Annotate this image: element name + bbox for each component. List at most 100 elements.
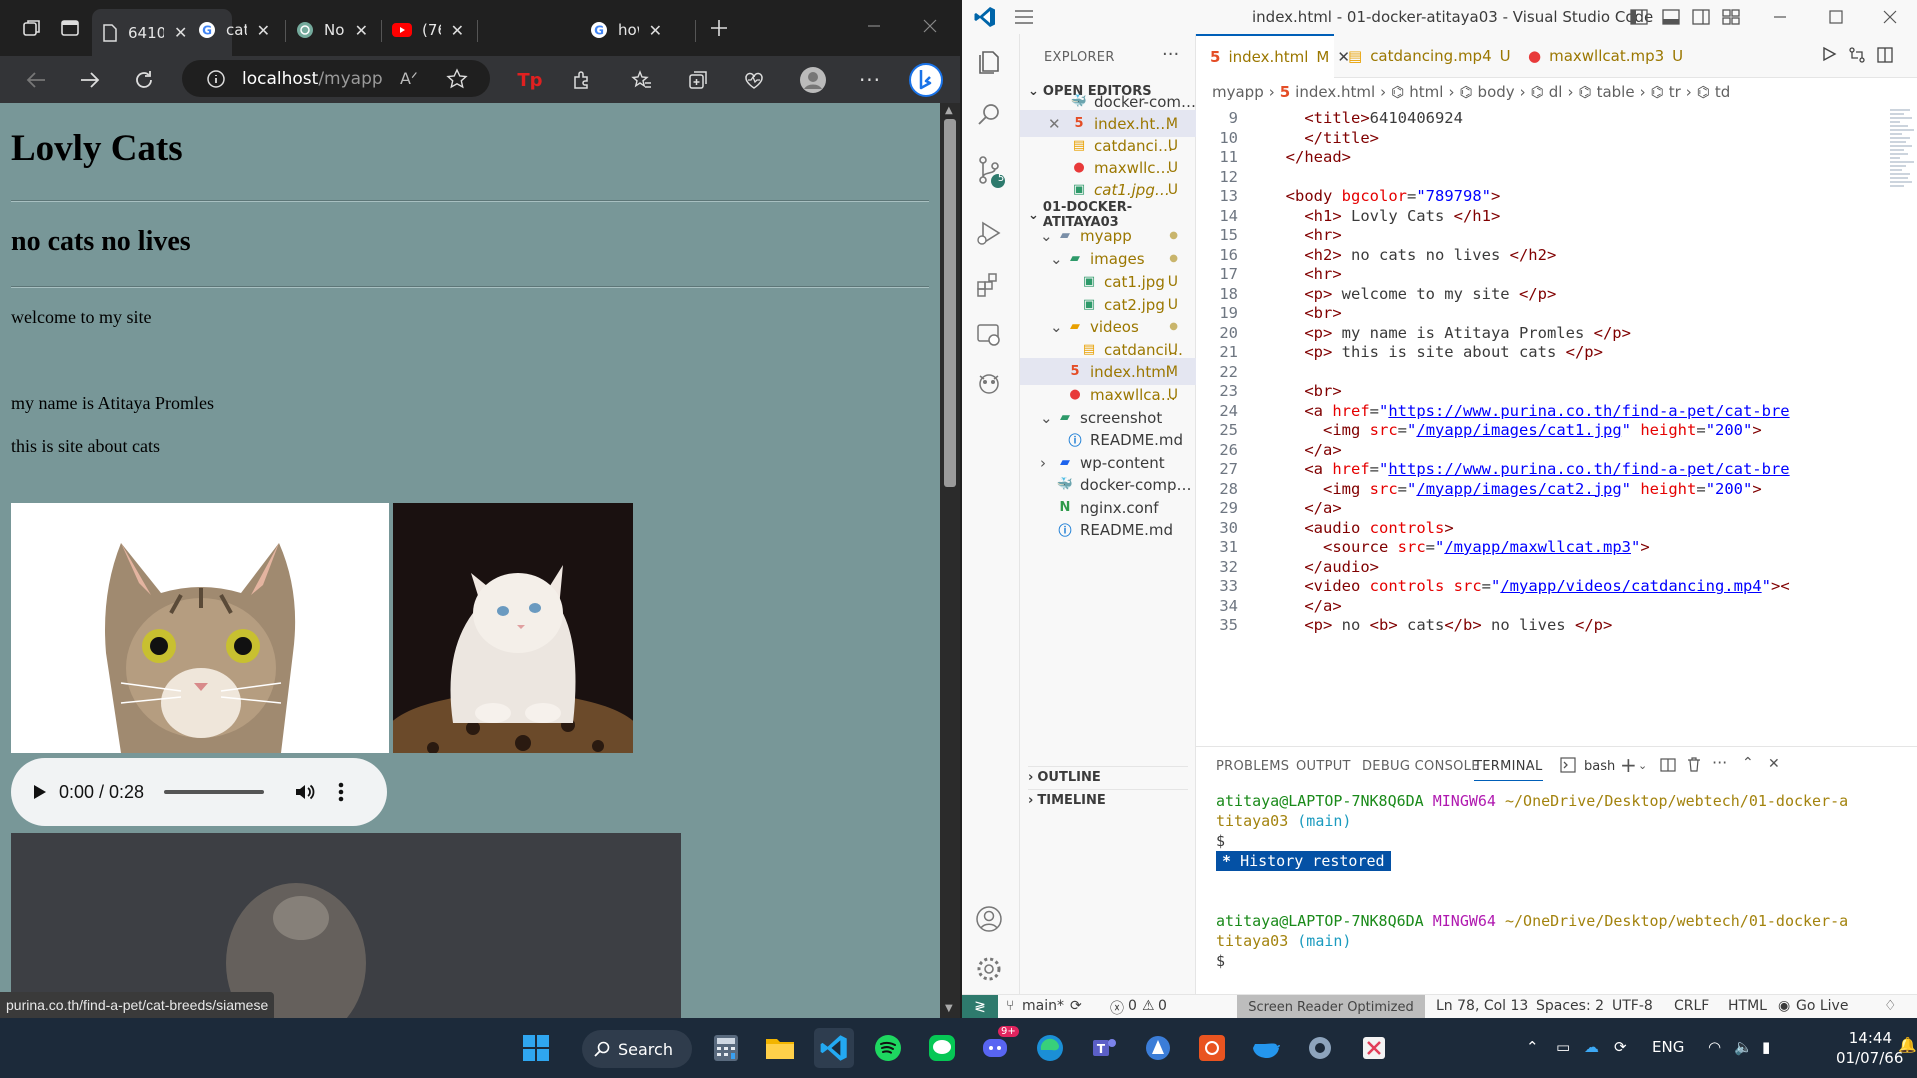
- favorite-star-icon[interactable]: [446, 67, 468, 90]
- notification-bell-icon[interactable]: 🔔: [1898, 1036, 1917, 1054]
- vs-close-icon[interactable]: [1882, 9, 1898, 25]
- warning-count[interactable]: 0: [1158, 998, 1167, 1014]
- screen-reader-mode[interactable]: Screen Reader Optimized: [1237, 995, 1425, 1018]
- more-menu-icon[interactable]: ···: [856, 66, 884, 94]
- open-editor-item[interactable]: ▣cat1.jpg my...U: [1020, 176, 1196, 203]
- read-aloud-icon[interactable]: Aᐟ: [400, 69, 418, 88]
- minimize-icon[interactable]: [860, 12, 888, 40]
- discord-icon[interactable]: 9+: [976, 1026, 1019, 1068]
- info-icon[interactable]: [206, 69, 226, 89]
- toggle-panel-icon[interactable]: [1662, 8, 1680, 26]
- tray-overflow-icon[interactable]: ⌃: [1526, 1038, 1539, 1056]
- profile-avatar-icon[interactable]: [797, 64, 829, 96]
- breadcrumb-item[interactable]: dl: [1549, 83, 1563, 101]
- breadcrumb-item[interactable]: table: [1597, 83, 1635, 101]
- line-app-icon[interactable]: [922, 1028, 962, 1068]
- trash-icon[interactable]: [1686, 756, 1702, 772]
- cursor-position[interactable]: Ln 78, Col 13: [1436, 998, 1528, 1014]
- workspaces-icon[interactable]: [18, 14, 46, 42]
- play-icon[interactable]: [33, 784, 47, 800]
- split-terminal-icon[interactable]: [1660, 757, 1676, 773]
- sync-icon[interactable]: ⟳: [1070, 998, 1082, 1014]
- breadcrumb-item[interactable]: myapp: [1212, 83, 1264, 101]
- extension-tp-icon[interactable]: Tp: [516, 66, 544, 94]
- wifi-icon[interactable]: ◠: [1708, 1038, 1721, 1056]
- new-terminal-icon[interactable]: +: [1620, 753, 1637, 777]
- chevron-down-icon[interactable]: ⌄: [1638, 759, 1647, 772]
- cat1-image-link[interactable]: [11, 503, 389, 753]
- start-windows-icon[interactable]: [516, 1028, 556, 1068]
- audio-seek-slider[interactable]: [164, 790, 265, 794]
- git-branch[interactable]: main*: [1022, 998, 1064, 1014]
- battery-icon[interactable]: ▮: [1762, 1038, 1770, 1056]
- terminal-output[interactable]: atitaya@LAPTOP-7NK8Q6DA MINGW64 ~/OneDri…: [1216, 791, 1906, 971]
- audio-more-options-icon[interactable]: [338, 782, 344, 802]
- breadcrumb-item[interactable]: tr: [1669, 83, 1681, 101]
- browser-tab-3[interactable]: (76) ✕: [382, 10, 474, 50]
- docker-extension-icon[interactable]: [974, 368, 1008, 402]
- notifications-bell-icon[interactable]: ♢: [1884, 998, 1897, 1014]
- maximize-panel-icon[interactable]: ⌃: [1742, 755, 1754, 771]
- editor-tab-catdancing[interactable]: ▤ catdancing.mp4 U: [1334, 34, 1525, 78]
- run-icon[interactable]: [1821, 46, 1837, 62]
- close-editor-icon[interactable]: ✕: [1048, 115, 1062, 133]
- calculator-icon[interactable]: [706, 1028, 746, 1068]
- terminal-shell-name[interactable]: bash: [1584, 759, 1615, 774]
- panel-tab-output[interactable]: OUTPUT: [1296, 759, 1351, 774]
- favorites-icon[interactable]: [628, 66, 656, 94]
- indentation[interactable]: Spaces: 2: [1536, 998, 1604, 1014]
- close-tab-icon[interactable]: ✕: [355, 21, 368, 40]
- minimap[interactable]: [1888, 106, 1917, 746]
- menu-hamburger-icon[interactable]: [1014, 9, 1034, 25]
- editor-tab-index[interactable]: 5 index.html M ✕: [1196, 34, 1350, 78]
- encoding[interactable]: UTF-8: [1612, 998, 1653, 1014]
- run-debug-icon[interactable]: [974, 218, 1008, 252]
- go-live-button[interactable]: Go Live: [1796, 998, 1848, 1014]
- forward-arrow-icon[interactable]: [76, 66, 104, 94]
- new-tab-button[interactable]: [705, 14, 733, 42]
- outline-section[interactable]: › OUTLINE: [1028, 766, 1188, 788]
- browser-tab-2[interactable]: No in ✕: [286, 10, 378, 50]
- bing-copilot-icon[interactable]: [908, 62, 944, 98]
- code-line[interactable]: 35 <p> no <b> cats</b> no lives </p>: [1196, 613, 1917, 637]
- page-scrollbar[interactable]: ▲ ▼: [940, 103, 960, 1018]
- breadcrumb-item[interactable]: index.html: [1295, 83, 1375, 101]
- close-tab-icon[interactable]: ✕: [174, 23, 187, 42]
- toggle-secondary-sidebar-icon[interactable]: [1692, 8, 1710, 26]
- customize-layout-icon[interactable]: [1722, 8, 1740, 26]
- volume-tray-icon[interactable]: 🔈: [1734, 1038, 1753, 1056]
- extensions-icon[interactable]: [974, 270, 1008, 304]
- refresh-icon[interactable]: [130, 66, 158, 94]
- file-explorer-icon[interactable]: [760, 1028, 800, 1068]
- remote-explorer-icon[interactable]: [974, 320, 1008, 354]
- remote-indicator-icon[interactable]: ≷: [962, 995, 998, 1018]
- browser-tab-1[interactable]: G cat p ✕: [188, 10, 280, 50]
- language-indicator[interactable]: ENG: [1652, 1038, 1684, 1056]
- close-tab-icon[interactable]: ✕: [451, 21, 464, 40]
- breadcrumb-item[interactable]: html: [1409, 83, 1443, 101]
- settings-app-icon[interactable]: [1300, 1028, 1340, 1068]
- close-window-icon[interactable]: [916, 12, 944, 40]
- line-ending[interactable]: CRLF: [1674, 998, 1709, 1014]
- toggle-sidebar-icon[interactable]: [1630, 8, 1648, 26]
- code-editor[interactable]: 9 <title>6410406924 10 </title> 11 </head>…: [1196, 106, 1917, 746]
- tab-actions-icon[interactable]: [56, 14, 84, 42]
- editor-tab-maxwllcat[interactable]: ● maxwllcat.mp3 U: [1514, 34, 1697, 78]
- ubuntu-icon[interactable]: [1192, 1028, 1232, 1068]
- panel-more-icon[interactable]: ···: [1712, 753, 1727, 772]
- explorer-more-icon[interactable]: ···: [1162, 44, 1179, 65]
- cat2-image-link[interactable]: [393, 503, 633, 753]
- teams-icon[interactable]: T: [1084, 1028, 1124, 1068]
- panel-tab-debug-console[interactable]: DEBUG CONSOLE: [1362, 759, 1480, 774]
- company-portal-icon[interactable]: [1138, 1028, 1178, 1068]
- panel-tab-terminal[interactable]: TERMINAL: [1474, 759, 1543, 781]
- compare-changes-icon[interactable]: [1848, 46, 1866, 64]
- language-mode[interactable]: HTML: [1728, 998, 1767, 1014]
- explorer-files-icon[interactable]: [974, 46, 1008, 80]
- snipping-tool-icon[interactable]: [1354, 1028, 1394, 1068]
- error-count[interactable]: 0: [1128, 998, 1137, 1014]
- split-editor-icon[interactable]: [1876, 46, 1894, 64]
- timeline-section[interactable]: › TIMELINE: [1028, 789, 1188, 811]
- browser-essentials-icon[interactable]: [740, 66, 768, 94]
- vs-maximize-icon[interactable]: [1828, 9, 1844, 25]
